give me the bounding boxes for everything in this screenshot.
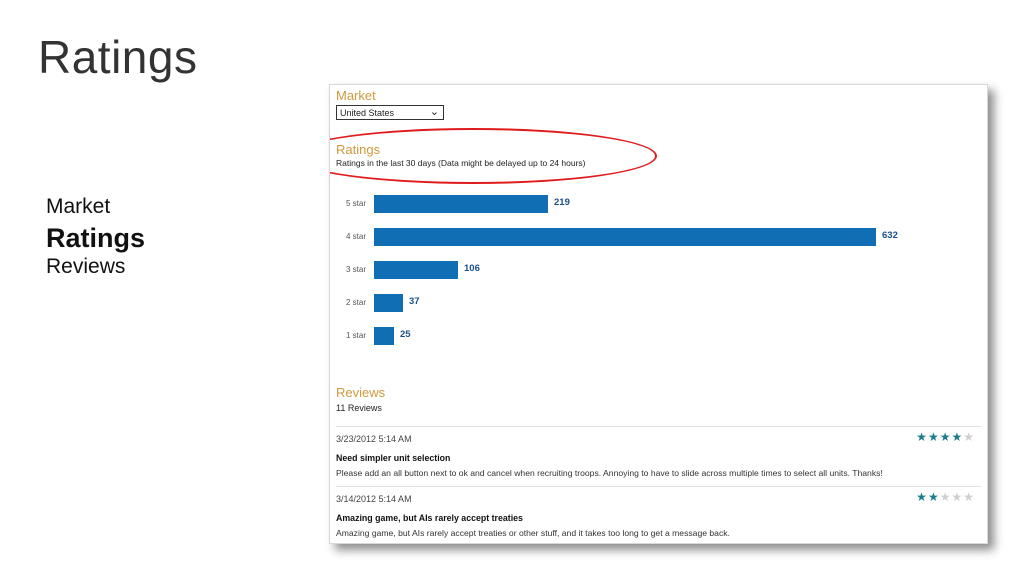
bar-value-label: 106	[464, 263, 480, 274]
slide-title: Ratings	[38, 31, 198, 83]
star-filled-icon: ★	[916, 490, 928, 504]
market-select[interactable]: United States ⌄	[336, 105, 444, 120]
star-filled-icon: ★	[939, 430, 952, 444]
bar	[374, 261, 458, 279]
star-filled-icon: ★	[927, 430, 940, 444]
bar-value-label: 219	[554, 197, 570, 208]
highlight-ellipse	[330, 128, 657, 184]
star-rating: ★★★★★	[916, 490, 975, 504]
bar	[374, 195, 548, 213]
review-date: 3/14/2012 5:14 AM	[336, 494, 412, 504]
star-filled-icon: ★	[927, 490, 940, 504]
reviews-heading: Reviews	[336, 385, 386, 400]
star-empty-icon: ★	[963, 490, 975, 504]
bar	[374, 228, 876, 246]
nav-item-market[interactable]: Market	[46, 192, 145, 222]
review-title: Need simpler unit selection	[336, 453, 451, 463]
star-empty-icon: ★	[939, 490, 952, 504]
market-heading: Market	[336, 88, 376, 103]
star-empty-icon: ★	[963, 430, 975, 444]
divider	[336, 543, 981, 544]
star-filled-icon: ★	[951, 430, 964, 444]
bar-value-label: 25	[400, 329, 411, 340]
star-filled-icon: ★	[916, 430, 928, 444]
chevron-down-icon: ⌄	[429, 106, 439, 118]
nav-item-ratings[interactable]: Ratings	[46, 222, 145, 254]
star-rating: ★★★★★	[916, 430, 975, 444]
market-select-value: United States	[340, 108, 395, 118]
bar	[374, 327, 394, 345]
nav-item-reviews[interactable]: Reviews	[46, 254, 145, 280]
side-nav: Market Ratings Reviews	[46, 192, 145, 280]
bar-value-label: 37	[409, 296, 420, 307]
bar-value-label: 632	[882, 230, 898, 241]
star-empty-icon: ★	[951, 490, 964, 504]
review-item: 3/23/2012 5:14 AM ★★★★★ Need simpler uni…	[336, 426, 981, 478]
review-title: Amazing game, but AIs rarely accept trea…	[336, 513, 523, 523]
app-panel: Market United States ⌄ Ratings Ratings i…	[329, 84, 988, 544]
review-item: 3/14/2012 5:14 AM ★★★★★ Amazing game, bu…	[336, 486, 981, 538]
review-date: 3/23/2012 5:14 AM	[336, 434, 412, 444]
review-text: Please add an all button next to ok and …	[336, 468, 883, 478]
reviews-count: 11 Reviews	[336, 403, 382, 413]
review-text: Amazing game, but AIs rarely accept trea…	[336, 528, 730, 538]
bar	[374, 294, 403, 312]
